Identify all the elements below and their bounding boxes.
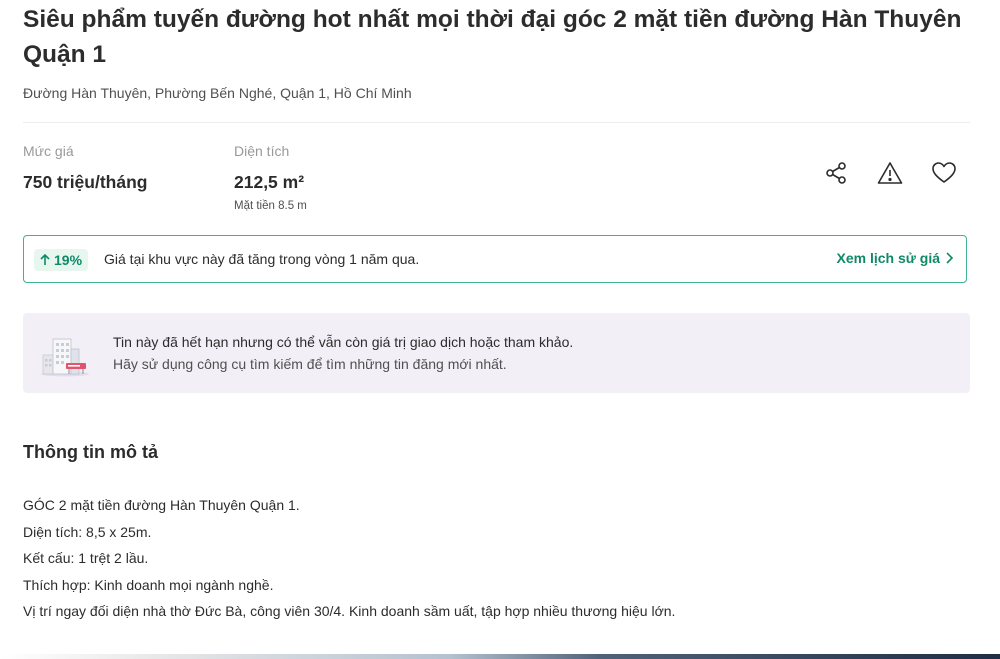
save-button[interactable]: [928, 157, 960, 189]
price-stat: Mức giá 750 triệu/tháng: [23, 143, 147, 193]
description-line: Kết cấu: 1 trệt 2 lầu.: [23, 550, 149, 566]
area-stat: Diện tích 212,5 m² Mặt tiền 8.5 m: [234, 143, 307, 212]
price-trend-text: Giá tại khu vực này đã tăng trong vòng 1…: [104, 251, 420, 267]
listing-actions: [820, 157, 960, 189]
expired-notice: Tin này đã hết hạn nhưng có thể vẫn còn …: [23, 313, 970, 393]
divider: [23, 122, 970, 123]
listing-address: Đường Hàn Thuyên, Phường Bến Nghé, Quận …: [23, 85, 412, 101]
share-button[interactable]: [820, 157, 852, 189]
area-value: 212,5 m²: [234, 172, 305, 192]
expired-notice-hint: Hãy sử dụng công cụ tìm kiếm để tìm nhữn…: [113, 356, 507, 372]
area-label: Diện tích: [234, 143, 290, 159]
description-line: Diện tích: 8,5 x 25m.: [23, 523, 152, 540]
price-history-label: Xem lịch sử giá: [836, 250, 940, 266]
price-trend-percent: 19%: [54, 252, 83, 268]
description-line: Vị trí ngay đối diện nhà thờ Đức Bà, côn…: [23, 603, 676, 619]
warning-icon: [877, 162, 903, 184]
heart-icon: [932, 162, 956, 183]
expired-notice-title: Tin này đã hết hạn nhưng có thể vẫn còn …: [113, 334, 574, 350]
price-trend-badge: 19%: [34, 249, 89, 271]
listing-title: Siêu phẩm tuyến đường hot nhất mọi thời …: [23, 6, 962, 68]
arrow-up-icon: [40, 254, 50, 265]
building-illustration: [41, 338, 89, 377]
bottom-edge: [0, 654, 1000, 659]
price-history-link[interactable]: Xem lịch sử giá: [836, 250, 954, 266]
chevron-right-icon: [946, 252, 954, 264]
price-trend-banner: 19% Giá tại khu vực này đã tăng trong vò…: [23, 235, 967, 283]
description-title: Thông tin mô tả: [23, 442, 158, 462]
description-line: Thích hợp: Kinh doanh mọi ngành nghề.: [23, 576, 274, 593]
description-body: GÓC 2 mặt tiền đường Hàn Thuyên Quận 1. …: [23, 492, 973, 625]
price-label: Mức giá: [23, 143, 74, 159]
description-line: GÓC 2 mặt tiền đường Hàn Thuyên Quận 1.: [23, 497, 300, 513]
share-icon: [826, 162, 846, 184]
frontage-value: Mặt tiền 8.5 m: [234, 200, 307, 212]
price-value: 750 triệu/tháng: [23, 172, 148, 192]
report-button[interactable]: [874, 157, 906, 189]
